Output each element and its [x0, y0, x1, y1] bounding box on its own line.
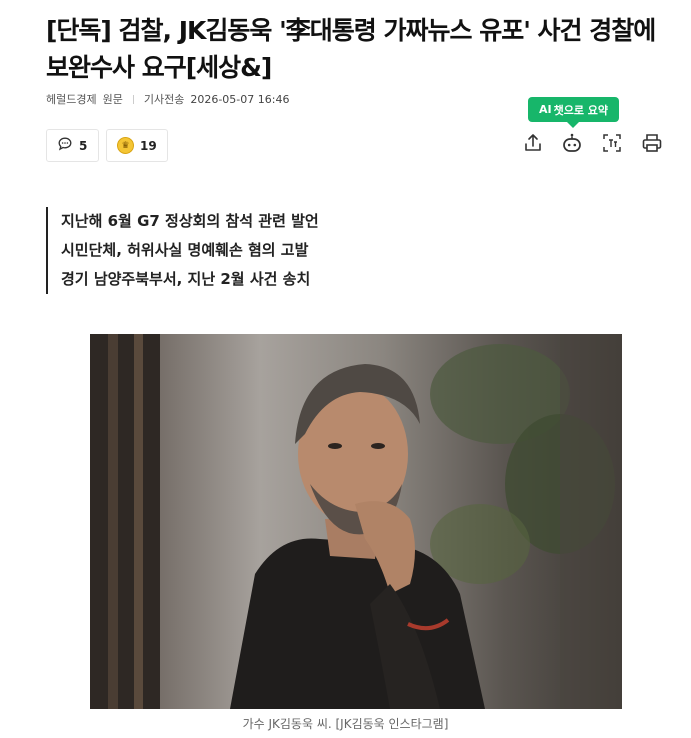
reaction-coin-icon: ♛	[117, 137, 134, 154]
photo-illustration	[90, 334, 622, 709]
article-headline: [단독] 검찰, JK김동욱 '李대통령 가짜뉴스 유포' 사건 경찰에 보완수…	[46, 16, 656, 82]
original-link[interactable]: 원문	[103, 91, 123, 107]
comment-button[interactable]: 5	[46, 129, 99, 162]
source-name[interactable]: 헤럴드경제	[46, 91, 97, 107]
comment-count: 5	[79, 138, 88, 153]
photo-caption: 가수 JK김동욱 씨. [JK김동욱 인스타그램]	[242, 717, 449, 731]
comment-icon	[57, 136, 73, 155]
reaction-button[interactable]: ♛ 19	[106, 129, 168, 162]
reaction-count: 19	[140, 138, 157, 153]
ai-chat-icon[interactable]	[560, 131, 584, 155]
ai-tooltip-text: 챗으로 요약	[553, 103, 609, 117]
summary-item: 지난해 6월 G7 정상회의 참석 관련 발언	[61, 212, 319, 230]
share-icon[interactable]	[521, 131, 545, 155]
publish-date: 2026-05-07 16:46	[190, 92, 290, 106]
ai-badge: AI	[538, 103, 552, 116]
article-photo	[90, 334, 622, 709]
date-label: 기사전송	[143, 93, 185, 106]
print-icon[interactable]	[640, 131, 664, 155]
meta-divider	[132, 94, 134, 104]
article-meta: 헤럴드경제 원문 기사전송 2026-05-07 16:46	[46, 91, 289, 107]
summary-item: 경기 남양주북부서, 지난 2월 사건 송치	[61, 270, 311, 288]
ai-summary-tooltip[interactable]: AI 챗으로 요약	[528, 97, 619, 128]
article-summary: 지난해 6월 G7 정상회의 참석 관련 발언 시민단체, 허위사실 명예훼손 …	[46, 207, 319, 294]
text-size-icon[interactable]	[600, 131, 624, 155]
summary-item: 시민단체, 허위사실 명예훼손 혐의 고발	[61, 241, 309, 259]
